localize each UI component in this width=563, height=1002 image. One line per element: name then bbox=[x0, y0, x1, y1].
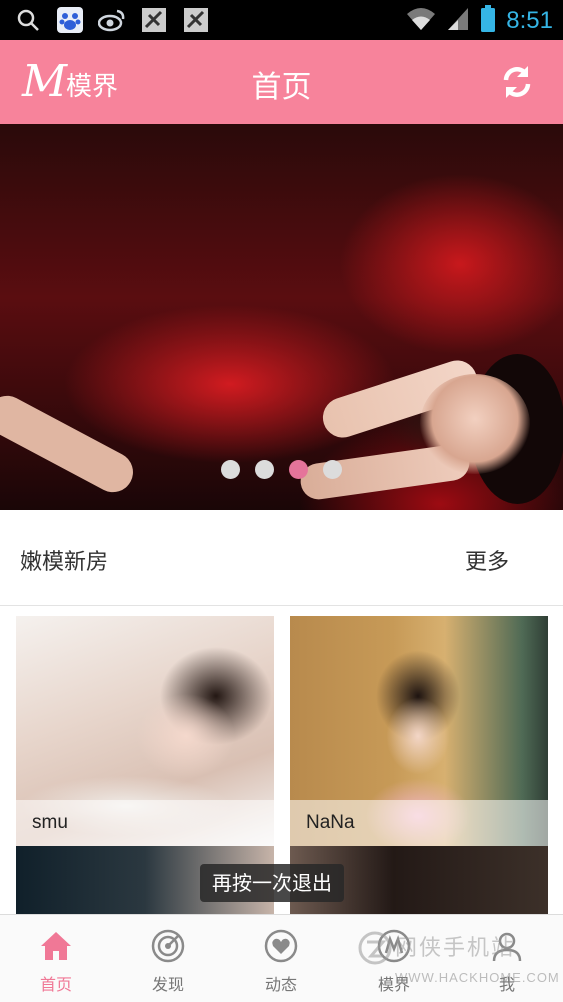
nav-label: 动态 bbox=[264, 975, 297, 994]
clock: 8:51 bbox=[506, 7, 553, 34]
carousel-dot[interactable] bbox=[255, 460, 274, 479]
status-bar: 8:51 bbox=[0, 0, 563, 40]
app-icon bbox=[182, 6, 210, 34]
signal-icon bbox=[446, 6, 470, 36]
exit-toast: 再按一次退出 bbox=[200, 864, 344, 902]
app-icon bbox=[140, 6, 168, 34]
nav-label: 我 bbox=[498, 975, 515, 994]
section-title: 嫩模新房 bbox=[20, 550, 109, 575]
home-icon bbox=[39, 929, 73, 963]
radar-icon bbox=[151, 929, 185, 963]
weibo-icon bbox=[98, 6, 126, 34]
nav-item-me[interactable]: 我 bbox=[451, 915, 563, 1002]
nav-item-models[interactable]: 模界 bbox=[338, 915, 450, 1002]
model-card[interactable]: smu bbox=[16, 616, 274, 848]
banner-carousel[interactable] bbox=[0, 124, 563, 510]
page-title: 首页 bbox=[251, 70, 312, 105]
section-header: 嫩模新房 更多 bbox=[0, 510, 563, 606]
nav-item-discover[interactable]: 发现 bbox=[112, 915, 224, 1002]
app-header: M 模界 首页 bbox=[0, 40, 563, 124]
nav-label: 首页 bbox=[39, 975, 72, 994]
refresh-icon[interactable] bbox=[497, 62, 537, 102]
carousel-indicator bbox=[0, 460, 563, 479]
model-name: NaNa bbox=[290, 800, 548, 848]
carousel-dot[interactable] bbox=[221, 460, 240, 479]
model-card[interactable]: NaNa bbox=[290, 616, 548, 848]
banner-photo bbox=[420, 374, 530, 474]
bottom-nav: 首页 发现 动态 模界 我 bbox=[0, 914, 563, 1002]
more-link[interactable]: 更多 bbox=[465, 544, 509, 576]
search-icon bbox=[14, 6, 42, 34]
battery-icon bbox=[480, 5, 496, 37]
nav-item-feed[interactable]: 动态 bbox=[225, 915, 337, 1002]
user-icon bbox=[490, 929, 524, 963]
nav-label: 发现 bbox=[151, 975, 184, 994]
nav-item-home[interactable]: 首页 bbox=[0, 915, 112, 1002]
carousel-dot-active[interactable] bbox=[289, 460, 308, 479]
heart-icon bbox=[264, 929, 298, 963]
model-icon bbox=[377, 929, 411, 963]
nav-label: 模界 bbox=[377, 975, 410, 994]
baidu-icon bbox=[56, 6, 84, 34]
model-name: smu bbox=[16, 800, 274, 848]
carousel-dot[interactable] bbox=[323, 460, 342, 479]
wifi-icon bbox=[406, 6, 436, 36]
